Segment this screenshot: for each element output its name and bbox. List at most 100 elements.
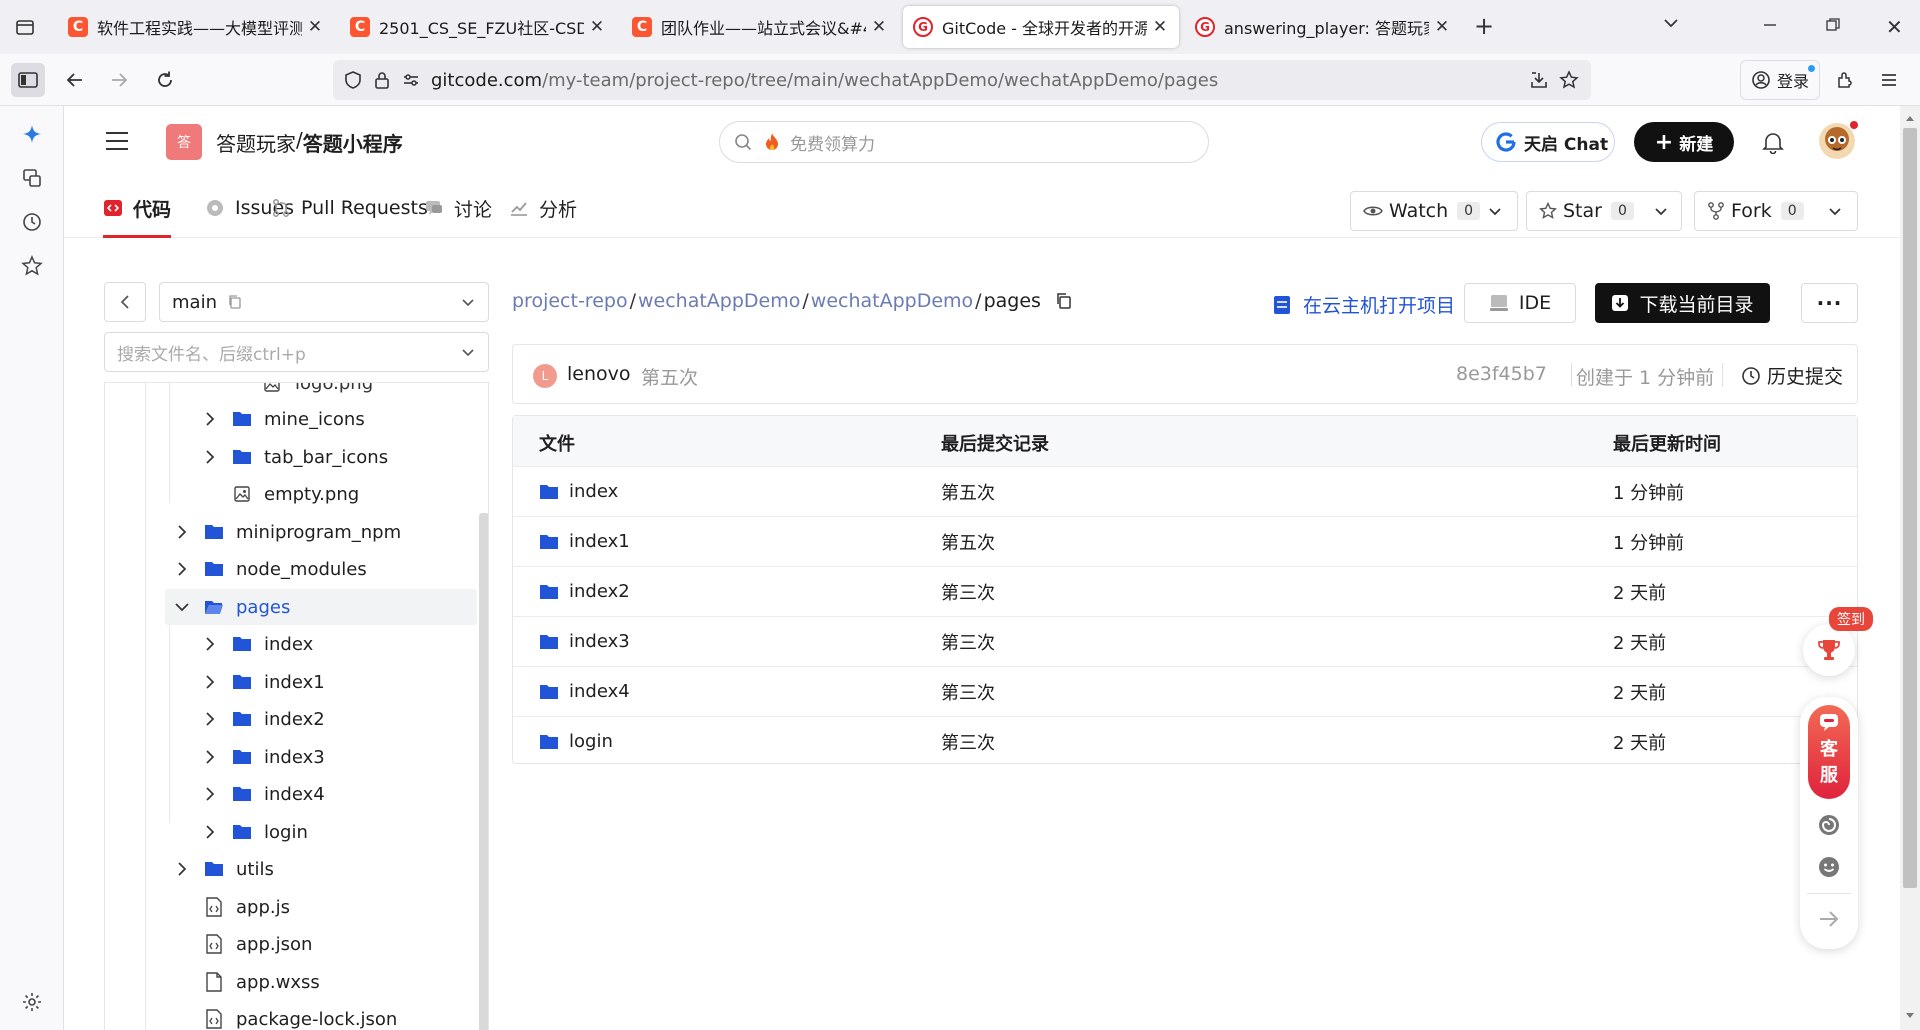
- tab-overflow-icon[interactable]: [1662, 14, 1680, 32]
- history-commits-link[interactable]: 历史提交: [1741, 362, 1843, 389]
- sync-devices-icon[interactable]: [19, 165, 45, 191]
- tree-item[interactable]: index3: [104, 739, 477, 775]
- last-commit-message[interactable]: 第三次: [941, 579, 995, 605]
- save-page-icon[interactable]: [1529, 70, 1549, 90]
- close-tab-icon[interactable]: ✕: [1433, 17, 1451, 37]
- table-row[interactable]: index2 第三次 2 天前: [513, 566, 1857, 616]
- table-row[interactable]: index 第五次 1 分钟前: [513, 466, 1857, 516]
- notification-bell-icon[interactable]: [1762, 130, 1784, 154]
- star-button[interactable]: Star 0: [1526, 191, 1682, 231]
- watch-button[interactable]: Watch 0: [1350, 191, 1518, 231]
- tree-item[interactable]: node_modules: [104, 551, 477, 587]
- chevron-right-icon[interactable]: [200, 447, 220, 467]
- file-name-cell[interactable]: index3: [539, 631, 630, 652]
- file-name-cell[interactable]: index2: [539, 581, 630, 602]
- ai-sparkle-icon[interactable]: [19, 121, 45, 147]
- tab-list-icon[interactable]: [8, 10, 42, 44]
- minimize-icon[interactable]: [1762, 17, 1778, 33]
- collapse-tree-button[interactable]: [104, 282, 146, 322]
- tree-item[interactable]: empty.png: [104, 476, 477, 512]
- fork-button[interactable]: Fork 0: [1694, 191, 1858, 231]
- tree-item[interactable]: app.wxss: [104, 964, 477, 1000]
- chevron-right-icon[interactable]: [200, 709, 220, 729]
- sidebar-toggle-icon[interactable]: [11, 63, 45, 97]
- check-in-widget[interactable]: [1803, 624, 1855, 676]
- file-name-cell[interactable]: index1: [539, 531, 630, 552]
- chevron-right-icon[interactable]: [200, 409, 220, 429]
- tree-item[interactable]: utils: [104, 851, 477, 887]
- tree-item[interactable]: app.js: [104, 889, 477, 925]
- scrollbar-thumb[interactable]: [1903, 128, 1917, 888]
- browser-tab[interactable]: Ganswering_player: 答题玩家 - ✕: [1185, 6, 1461, 48]
- hamburger-menu-icon[interactable]: [105, 130, 129, 152]
- table-row[interactable]: index4 第三次 2 天前: [513, 666, 1857, 716]
- tab-code[interactable]: 代码: [103, 178, 172, 238]
- close-tab-icon[interactable]: ✕: [870, 17, 888, 37]
- tree-item[interactable]: index: [104, 626, 477, 662]
- extensions-icon[interactable]: [1828, 63, 1862, 97]
- commit-message[interactable]: 第五次: [641, 363, 698, 390]
- table-row[interactable]: login 第三次 2 天前: [513, 716, 1857, 766]
- table-row[interactable]: index1 第五次 1 分钟前: [513, 516, 1857, 566]
- breadcrumb-link[interactable]: project-repo: [512, 290, 628, 312]
- chevron-down-icon[interactable]: [172, 597, 192, 617]
- restore-icon[interactable]: [1825, 17, 1841, 33]
- back-icon[interactable]: [58, 63, 92, 97]
- breadcrumb-link[interactable]: wechatAppDemo: [811, 290, 973, 312]
- breadcrumb-link[interactable]: wechatAppDemo: [638, 290, 800, 312]
- tree-item[interactable]: package-lock.json: [104, 1001, 477, 1030]
- chevron-right-icon[interactable]: [172, 559, 192, 579]
- download-directory-button[interactable]: 下载当前目录: [1595, 283, 1770, 323]
- chevron-right-icon[interactable]: [200, 784, 220, 804]
- lock-icon[interactable]: [373, 70, 391, 90]
- close-tab-icon[interactable]: ✕: [588, 17, 606, 37]
- repo-name[interactable]: 答题小程序: [303, 128, 403, 157]
- open-cloud-host-link[interactable]: 在云主机打开项目: [1273, 291, 1455, 318]
- address-bar[interactable]: gitcode.com/my-team/project-repo/tree/ma…: [333, 60, 1591, 100]
- chevron-right-icon[interactable]: [172, 859, 192, 879]
- account-button[interactable]: 登录: [1740, 60, 1820, 100]
- swirl-icon[interactable]: [1817, 813, 1841, 837]
- last-commit-message[interactable]: 第五次: [941, 479, 995, 505]
- browser-tab[interactable]: C 团队作业——站立式会议&#43; ✕: [622, 6, 898, 48]
- new-button[interactable]: + 新建: [1634, 122, 1734, 162]
- chevron-right-icon[interactable]: [172, 522, 192, 542]
- close-tab-icon[interactable]: ✕: [1151, 17, 1169, 37]
- menu-icon[interactable]: [1872, 63, 1906, 97]
- branch-select[interactable]: main: [159, 282, 489, 322]
- commit-author[interactable]: lenovo: [567, 363, 631, 385]
- tree-item[interactable]: mine_icons: [104, 401, 477, 437]
- tree-scrollbar[interactable]: [479, 513, 488, 1030]
- smiley-icon[interactable]: [1817, 855, 1841, 879]
- ide-button[interactable]: IDE: [1464, 283, 1576, 323]
- commit-hash[interactable]: 8e3f45b7: [1456, 363, 1547, 385]
- tree-item-partial[interactable]: logo.png: [263, 383, 373, 394]
- reload-icon[interactable]: [148, 63, 182, 97]
- tree-item[interactable]: index4: [104, 776, 477, 812]
- file-search-input[interactable]: 搜索文件名、后缀ctrl+p: [104, 332, 489, 372]
- tree-item[interactable]: login: [104, 814, 477, 850]
- tianqi-chat-button[interactable]: 天启 Chat: [1481, 122, 1615, 162]
- copy-icon[interactable]: [227, 294, 243, 310]
- scroll-down-icon[interactable]: [1905, 1012, 1915, 1020]
- tree-item[interactable]: index1: [104, 664, 477, 700]
- tree-item[interactable]: pages: [165, 589, 477, 625]
- arrow-right-icon[interactable]: [1818, 909, 1840, 929]
- tree-item[interactable]: index2: [104, 701, 477, 737]
- forward-icon[interactable]: [102, 63, 136, 97]
- last-commit-message[interactable]: 第三次: [941, 629, 995, 655]
- chevron-right-icon[interactable]: [200, 822, 220, 842]
- tree-item[interactable]: app.json: [104, 926, 477, 962]
- scroll-up-icon[interactable]: [1905, 114, 1915, 122]
- check-in-badge[interactable]: 签到: [1829, 607, 1873, 631]
- chevron-right-icon[interactable]: [200, 747, 220, 767]
- file-name-cell[interactable]: login: [539, 731, 613, 752]
- browser-tab[interactable]: G GitCode - 全球开发者的开源社 ✕: [903, 6, 1179, 48]
- bookmarks-icon[interactable]: [19, 253, 45, 279]
- repo-owner-link[interactable]: 答题玩家: [216, 128, 296, 157]
- shield-icon[interactable]: [343, 70, 363, 90]
- browser-tab[interactable]: C 2501_CS_SE_FZU社区-CSDN社✕: [340, 6, 616, 48]
- user-avatar[interactable]: [1818, 121, 1858, 160]
- table-row[interactable]: index3 第三次 2 天前: [513, 616, 1857, 666]
- copy-path-icon[interactable]: [1055, 292, 1073, 310]
